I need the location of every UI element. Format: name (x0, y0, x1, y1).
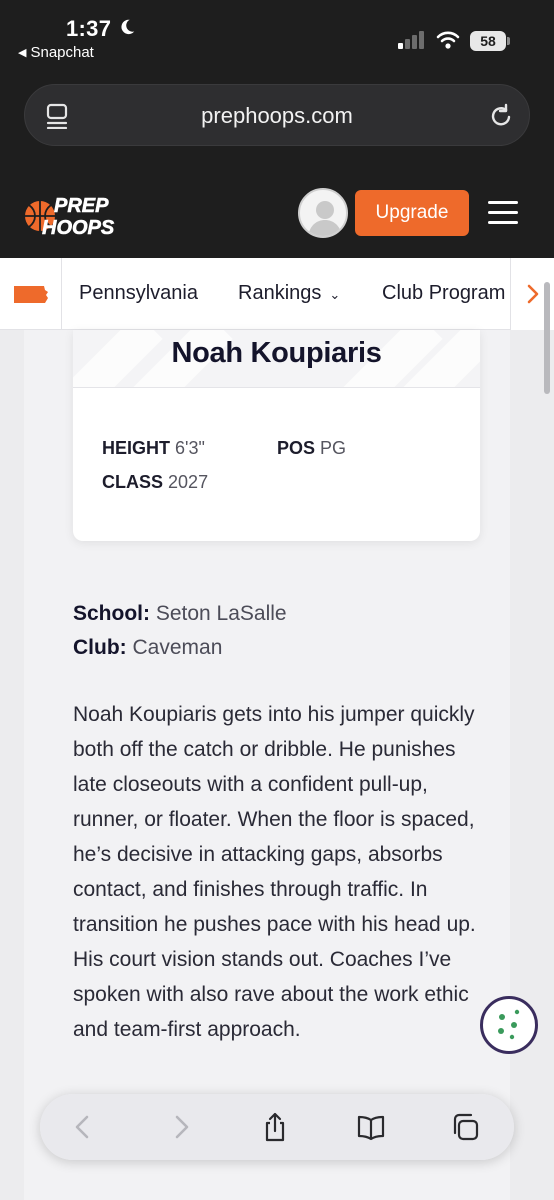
school-label: School: (73, 602, 150, 625)
tabs-icon[interactable] (450, 1112, 480, 1142)
moon-icon (121, 19, 135, 35)
cookie-settings-button[interactable] (480, 996, 538, 1054)
site-header: PREP HOOPS Upgrade (0, 168, 554, 258)
forward-arrow-icon[interactable] (166, 1112, 196, 1142)
player-card: Noah Koupiaris HEIGHT 6'3" POS PG CLASS … (73, 330, 480, 541)
school-value: Seton LaSalle (155, 602, 287, 625)
cellular-signal-icon (398, 31, 424, 49)
nav-item-label: Rankings (238, 282, 322, 304)
club-label: Club: (73, 636, 127, 659)
browser-toolbar: prephoops.com (0, 72, 554, 168)
stat-value: 2027 (168, 472, 209, 492)
stat-position: POS PG (277, 438, 346, 459)
stat-value: PG (320, 438, 347, 458)
scrollbar-thumb[interactable] (544, 282, 550, 394)
stat-class: CLASS 2027 (102, 472, 208, 493)
state-selector[interactable] (0, 258, 62, 330)
back-arrow-icon[interactable] (68, 1112, 98, 1142)
player-school: School: Seton LaSalle (73, 602, 287, 626)
battery-indicator: 58 (470, 31, 506, 51)
player-name: Noah Koupiaris (171, 337, 382, 369)
status-time: 1:37 (66, 16, 112, 41)
status-bar: 1:37 ◀ Snapchat 58 (0, 0, 554, 72)
url-text: prephoops.com (201, 103, 353, 128)
stat-label: HEIGHT (102, 438, 171, 458)
share-icon[interactable] (260, 1112, 290, 1142)
hamburger-menu-icon[interactable] (488, 201, 518, 225)
player-club: Club: Caveman (73, 636, 222, 660)
wifi-icon (436, 31, 460, 49)
upgrade-button[interactable]: Upgrade (355, 190, 469, 236)
bookmarks-icon[interactable] (356, 1112, 386, 1142)
nav-item-rankings[interactable]: Rankings ⌄ (238, 282, 340, 305)
back-to-app-link[interactable]: ◀ Snapchat (18, 44, 94, 61)
back-app-label: Snapchat (30, 44, 94, 61)
prep-hoops-logo[interactable]: PREP HOOPS (22, 190, 134, 238)
chevron-right-icon (527, 284, 539, 304)
nav-item-pennsylvania[interactable]: Pennsylvania (79, 282, 198, 305)
back-triangle-icon: ◀ (18, 47, 27, 59)
stat-value: 6'3" (175, 438, 205, 458)
nav-item-club-programs[interactable]: Club Program (382, 282, 510, 305)
state-nav-bar: Pennsylvania Rankings ⌄ Club Program (0, 258, 554, 330)
logo-text-prep: PREP (54, 195, 109, 217)
user-avatar[interactable] (298, 188, 348, 238)
nav-item-label: Club Program (382, 282, 506, 304)
default-avatar-icon (308, 201, 342, 236)
club-value: Caveman (132, 636, 223, 659)
logo-text-hoops: HOOPS (42, 217, 115, 238)
pennsylvania-state-icon (14, 286, 48, 303)
nav-item-label: Pennsylvania (79, 282, 198, 304)
safari-bottom-toolbar (40, 1094, 514, 1160)
address-bar[interactable]: prephoops.com (24, 84, 530, 146)
reload-icon[interactable] (487, 102, 515, 130)
cookie-icon (498, 1009, 520, 1040)
stat-label: POS (277, 438, 316, 458)
stat-label: CLASS (102, 472, 164, 492)
chevron-down-icon: ⌄ (329, 287, 341, 302)
player-card-header: Noah Koupiaris (73, 330, 480, 388)
stat-height: HEIGHT 6'3" (102, 438, 205, 459)
player-bio: Noah Koupiaris gets into his jumper quic… (73, 703, 476, 1041)
battery-nub (507, 37, 510, 45)
